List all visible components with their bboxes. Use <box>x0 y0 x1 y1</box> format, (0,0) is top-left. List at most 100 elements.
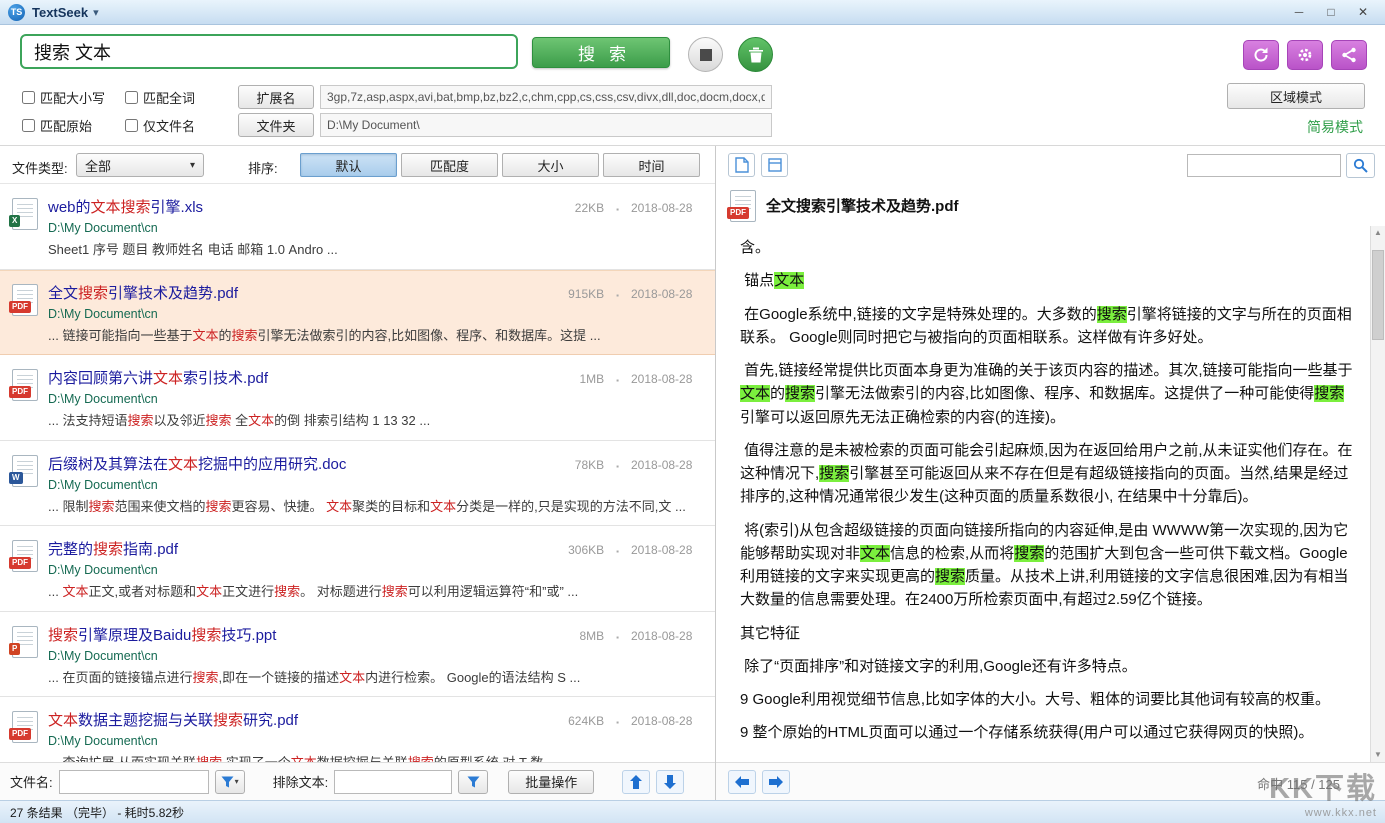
text-segment: 。 对标题进行 <box>300 584 382 599</box>
layout-view-icon-button[interactable] <box>761 153 788 177</box>
match-word-checkbox-input[interactable] <box>125 91 138 104</box>
match-case-checkbox[interactable]: 匹配大小写 <box>22 88 105 107</box>
text-segment: 索引技术.pdf <box>183 370 268 387</box>
preview-scrollbar[interactable]: ▲ ▼ <box>1370 226 1385 762</box>
scroll-down-icon[interactable]: ▼ <box>1371 748 1385 762</box>
result-path: D:\My Document\cn <box>48 734 701 748</box>
share-icon-button[interactable] <box>1331 40 1367 70</box>
result-filename[interactable]: 完整的搜索指南.pdf <box>48 538 552 559</box>
zone-mode-button[interactable]: 区域模式 <box>1227 83 1365 109</box>
sort-button-size[interactable]: 大小 <box>502 153 599 177</box>
result-filename[interactable]: 全文搜索引擎技术及趋势.pdf <box>48 282 552 303</box>
scroll-up-icon[interactable]: ▲ <box>1371 226 1385 240</box>
result-path: D:\My Document\cn <box>48 307 701 321</box>
app-menu-caret-icon[interactable]: ▾ <box>93 6 99 19</box>
sort-button-relevance[interactable]: 匹配度 <box>401 153 498 177</box>
result-size: 915KB <box>552 287 604 301</box>
file-type-label: 文件类型: <box>12 158 68 177</box>
filename-filter-button[interactable]: ▾ <box>215 770 245 794</box>
move-up-button[interactable] <box>622 770 650 794</box>
simple-mode-link[interactable]: 简易模式 <box>1307 117 1363 137</box>
result-snippet: ... 文本正文,或者对标题和文本正文进行搜索。 对标题进行搜索可以利用逻辑运算… <box>48 582 701 602</box>
result-row[interactable]: PDF内容回顾第六讲文本索引技术.pdf1MB▪2018-08-28D:\My … <box>0 355 715 441</box>
text-segment: 在Google系统中,链接的文字是特殊处理的。大多数的 <box>740 306 1097 323</box>
text-segment: 指南.pdf <box>123 541 178 558</box>
next-hit-button[interactable] <box>762 770 790 794</box>
result-meta: 915KB▪2018-08-28 <box>552 287 701 301</box>
result-body: web的文本搜索引擎.xls22KB▪2018-08-28D:\My Docum… <box>48 196 701 260</box>
xls-file-icon: X <box>12 198 38 230</box>
move-down-button[interactable] <box>656 770 684 794</box>
text-segment: 聚类的目标和 <box>352 499 430 514</box>
text-segment: 范围来使文档的 <box>114 499 205 514</box>
text-segment: 内进行检索。 Google的语法结构 S ... <box>365 670 580 685</box>
text-segment: 9 整个原始的HTML页面可以通过一个存储系统获得(用户可以通过它获得网页的快照… <box>740 724 1313 741</box>
ppt-file-icon: P <box>12 626 38 658</box>
search-input[interactable] <box>20 34 518 69</box>
text-segment: 数据挖掘与关联 <box>317 755 408 762</box>
window-controls: ─ □ ✕ <box>1285 2 1377 22</box>
result-row[interactable]: PDF完整的搜索指南.pdf306KB▪2018-08-28D:\My Docu… <box>0 526 715 612</box>
maximize-button[interactable]: □ <box>1317 2 1345 22</box>
extensions-field[interactable] <box>320 85 772 109</box>
search-button[interactable]: 搜索 <box>532 37 670 68</box>
result-filename[interactable]: 内容回顾第六讲文本索引技术.pdf <box>48 367 552 388</box>
result-row[interactable]: Xweb的文本搜索引擎.xls22KB▪2018-08-28D:\My Docu… <box>0 184 715 270</box>
result-meta: 22KB▪2018-08-28 <box>552 201 701 215</box>
stop-button[interactable] <box>688 37 723 72</box>
text-segment: 的倒 排索引结构 1 13 32 ... <box>274 413 430 428</box>
filename-filter-input[interactable] <box>59 770 209 794</box>
batch-operations-button[interactable]: 批量操作 <box>508 770 594 794</box>
meta-separator-icon: ▪ <box>616 462 619 471</box>
highlighted-term: 文本 <box>196 584 222 599</box>
extensions-button[interactable]: 扩展名 <box>238 85 314 109</box>
result-row[interactable]: PDF全文搜索引擎技术及趋势.pdf915KB▪2018-08-28D:\My … <box>0 270 715 356</box>
minimize-button[interactable]: ─ <box>1285 2 1313 22</box>
match-word-checkbox[interactable]: 匹配全词 <box>125 88 195 107</box>
folder-field[interactable] <box>320 113 772 137</box>
sort-button-time[interactable]: 时间 <box>603 153 700 177</box>
result-row[interactable]: W后缀树及其算法在文本挖掘中的应用研究.doc78KB▪2018-08-28D:… <box>0 441 715 527</box>
text-segment: ... 法支持短语 <box>48 413 127 428</box>
text-segment: 技巧.ppt <box>221 627 276 644</box>
result-filename[interactable]: web的文本搜索引擎.xls <box>48 196 552 217</box>
result-row[interactable]: P搜索引擎原理及Baidu搜索技巧.ppt8MB▪2018-08-28D:\My… <box>0 612 715 698</box>
settings-icon-button[interactable] <box>1287 40 1323 70</box>
sync-icon-button[interactable] <box>1243 40 1279 70</box>
folder-button[interactable]: 文件夹 <box>238 113 314 137</box>
preview-find-input[interactable] <box>1187 154 1341 177</box>
scrollbar-thumb[interactable] <box>1372 250 1384 340</box>
result-filename[interactable]: 文本数据主题挖掘与关联搜索研究.pdf <box>48 709 552 730</box>
sort-button-default[interactable]: 默认 <box>300 153 397 177</box>
preview-find-button[interactable] <box>1346 153 1375 178</box>
file-type-dropdown[interactable]: 全部 ▾ <box>76 153 204 177</box>
match-case-checkbox-input[interactable] <box>22 91 35 104</box>
highlighted-term: 搜索 <box>785 385 815 402</box>
filename-only-checkbox[interactable]: 仅文件名 <box>125 116 195 135</box>
previous-hit-button[interactable] <box>728 770 756 794</box>
results-header: 文件类型: 全部 ▾ 排序: 默认匹配度大小时间 <box>0 146 715 184</box>
clear-results-button[interactable] <box>738 37 773 72</box>
filename-only-checkbox-input[interactable] <box>125 119 138 132</box>
text-segment: 引擎无法做索引的内容,比如图像、程序、和数据库。这提供了一种可能使得 <box>815 385 1314 402</box>
result-filename[interactable]: 后缀树及其算法在文本挖掘中的应用研究.doc <box>48 453 552 474</box>
text-segment: 9 Google利用视觉细节信息,比如字体的大小。大号、粗体的词要比其他词有较高… <box>740 691 1330 708</box>
text-segment: 可以利用逻辑运算符“和”或” ... <box>408 584 578 599</box>
open-document-icon-button[interactable] <box>728 153 755 177</box>
result-meta: 1MB▪2018-08-28 <box>552 372 701 386</box>
exclude-text-input[interactable] <box>334 770 452 794</box>
text-segment: 其它特征 <box>740 625 800 642</box>
result-size: 22KB <box>552 201 604 215</box>
highlighted-term: 搜索 <box>196 755 222 762</box>
match-original-checkbox-input[interactable] <box>22 119 35 132</box>
meta-separator-icon: ▪ <box>616 718 619 727</box>
match-original-checkbox[interactable]: 匹配原始 <box>22 116 92 135</box>
close-button[interactable]: ✕ <box>1349 2 1377 22</box>
result-filename[interactable]: 搜索引擎原理及Baidu搜索技巧.ppt <box>48 624 552 645</box>
result-row[interactable]: PDF文本数据主题挖掘与关联搜索研究.pdf624KB▪2018-08-28D:… <box>0 697 715 762</box>
text-segment: 引擎.xls <box>151 199 204 216</box>
text-segment: 数据主题挖掘与关联 <box>78 712 213 729</box>
top-right-icon-group <box>1243 40 1367 70</box>
highlighted-term: 搜索 <box>127 413 153 428</box>
exclude-filter-button[interactable] <box>458 770 488 794</box>
